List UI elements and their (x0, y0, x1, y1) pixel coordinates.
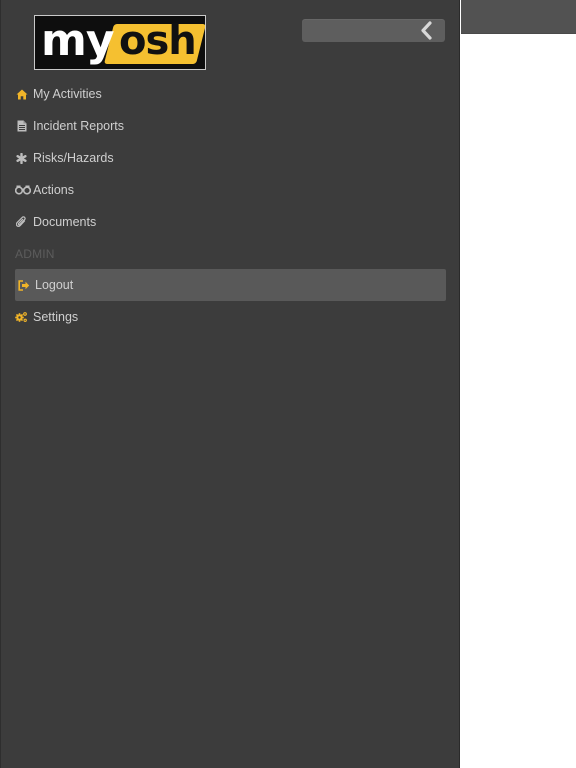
menu-item-label: Settings (33, 310, 79, 324)
logout-icon (17, 279, 30, 292)
nav-menu: My Activities Incident Reports Risks/Haz… (15, 78, 446, 333)
logo-text-my: my (41, 15, 115, 66)
logo-text-osh: osh (119, 18, 197, 64)
menu-item-documents[interactable]: Documents (15, 206, 446, 238)
side-drawer: my osh My Activities Incident Reports Ri… (0, 0, 460, 768)
menu-item-label: Documents (33, 215, 97, 229)
menu-item-logout[interactable]: Logout (15, 269, 446, 301)
home-icon (15, 88, 28, 101)
menu-item-my-activities[interactable]: My Activities (15, 78, 446, 110)
main-header-bar (461, 0, 576, 34)
menu-item-settings[interactable]: Settings (15, 301, 446, 333)
menu-item-label: Actions (33, 183, 74, 197)
document-icon (15, 120, 28, 133)
myosh-logo: my osh (34, 15, 206, 70)
binoculars-icon (15, 184, 31, 197)
asterisk-icon (15, 152, 28, 165)
section-header-admin: ADMIN (15, 246, 55, 261)
drawer-edge (0, 0, 1, 768)
collapse-drawer-button[interactable] (302, 19, 445, 42)
paperclip-icon (15, 216, 28, 229)
menu-item-risks-hazards[interactable]: Risks/Hazards (15, 142, 446, 174)
menu-item-incident-reports[interactable]: Incident Reports (15, 110, 446, 142)
menu-item-actions[interactable]: Actions (15, 174, 446, 206)
menu-item-label: Incident Reports (33, 119, 125, 133)
menu-item-label: My Activities (33, 87, 102, 101)
menu-item-label: Logout (35, 278, 74, 292)
menu-item-label: Risks/Hazards (33, 151, 114, 165)
main-content-area (461, 34, 576, 768)
chevron-left-icon (419, 21, 433, 40)
gears-icon (15, 311, 28, 324)
app-screen: my osh My Activities Incident Reports Ri… (0, 0, 576, 768)
